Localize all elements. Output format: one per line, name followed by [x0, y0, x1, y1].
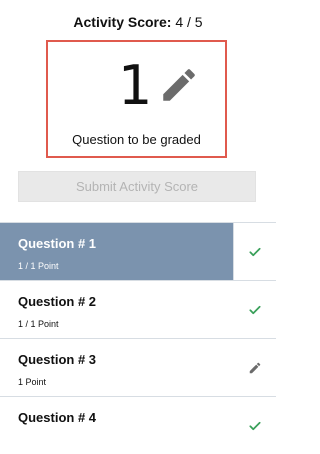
to-be-graded-caption: Question to be graded — [72, 132, 201, 147]
question-points: 1 / 1 Point — [18, 319, 59, 329]
question-2-status — [234, 281, 276, 338]
question-row-4[interactable]: Question # 4 — [0, 396, 276, 454]
question-row-2[interactable]: Question # 2 1 / 1 Point — [0, 280, 276, 338]
check-icon — [249, 247, 261, 256]
to-be-graded-count: 1 — [118, 54, 153, 117]
question-list: Question # 1 1 / 1 Point Question # 2 1 … — [0, 222, 276, 454]
check-icon — [249, 305, 261, 314]
question-row-1[interactable]: Question # 1 1 / 1 Point — [0, 222, 276, 280]
activity-score-label: Activity Score: — [73, 14, 172, 30]
question-title: Question # 4 — [18, 410, 97, 425]
question-2-info[interactable]: Question # 2 1 / 1 Point — [0, 281, 234, 338]
question-points: 1 Point — [18, 377, 47, 387]
question-1-info[interactable]: Question # 1 1 / 1 Point — [0, 223, 234, 280]
question-row-3[interactable]: Question # 3 1 Point — [0, 338, 276, 396]
activity-score-value: 4 / 5 — [175, 14, 203, 30]
question-4-status — [234, 397, 276, 454]
question-points: 1 / 1 Point — [18, 261, 59, 271]
pencil-icon — [249, 362, 261, 373]
question-title: Question # 3 — [18, 352, 97, 367]
activity-score-header: Activity Score: 4 / 5 — [0, 14, 276, 30]
question-title: Question # 2 — [18, 294, 97, 309]
question-3-info[interactable]: Question # 3 1 Point — [0, 339, 234, 396]
check-icon — [249, 421, 261, 430]
pencil-icon — [163, 69, 195, 101]
question-1-status — [233, 223, 276, 280]
question-title: Question # 1 — [18, 236, 97, 251]
question-4-info[interactable]: Question # 4 — [0, 397, 234, 454]
question-3-status — [234, 339, 276, 396]
to-be-graded-panel: 1 Question to be graded — [46, 40, 227, 158]
submit-activity-score-button[interactable]: Submit Activity Score — [18, 171, 256, 202]
